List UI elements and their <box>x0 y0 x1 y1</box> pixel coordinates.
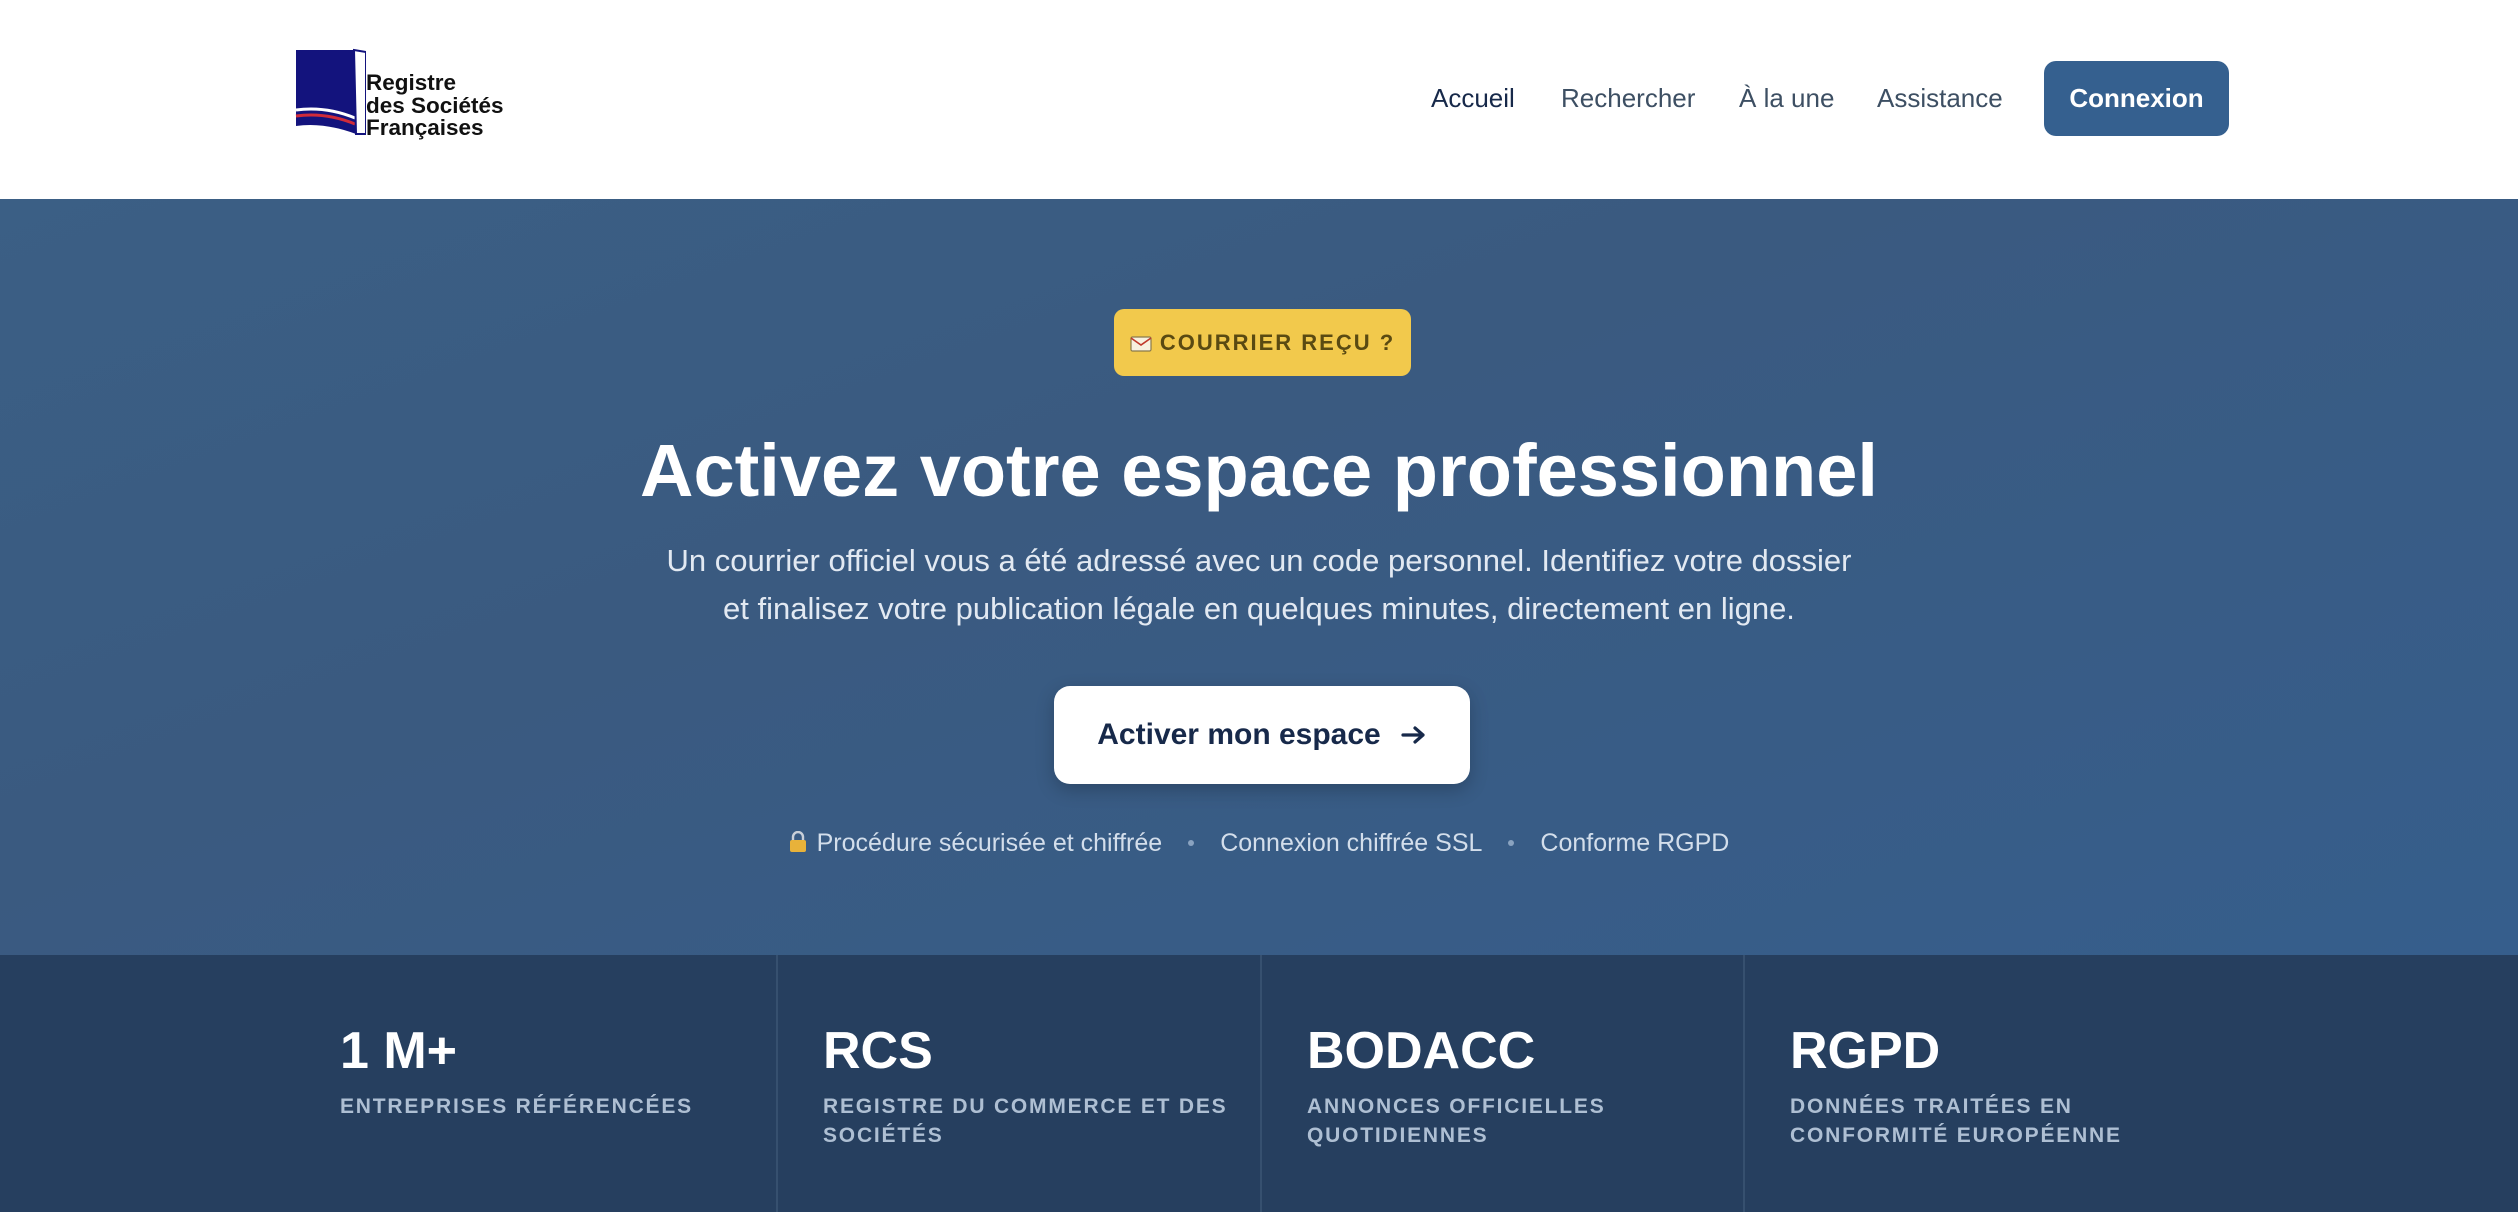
stat-value: BODACC <box>1307 1022 1536 1080</box>
mail-received-badge: COURRIER REÇU ? <box>1114 309 1411 376</box>
badge-label: COURRIER REÇU ? <box>1159 330 1396 355</box>
nav-rechercher[interactable]: Rechercher <box>1561 61 1695 136</box>
stat-label: ENTREPRISES RÉFÉRENCÉES <box>340 1095 693 1118</box>
stat-label: ANNONCES OFFICIELLES QUOTIDIENNES <box>1307 1095 1606 1147</box>
stat-label: REGISTRE DU COMMERCE ET DES SOCIÉTÉS <box>823 1095 1228 1147</box>
hero-section: COURRIER REÇU ? Activez votre espace pro… <box>0 199 2518 955</box>
logo-wordmark: Registre des Sociétés Françaises <box>366 70 504 140</box>
trust-indicators: Procédure sécurisée et chiffrée Connexion… <box>0 823 2518 863</box>
logo-line-3: Françaises <box>366 115 484 140</box>
nav-a-la-une[interactable]: À la une <box>1739 61 1834 136</box>
stat-label: DONNÉES TRAITÉES EN CONFORMITÉ EUROPÉENN… <box>1790 1095 2122 1147</box>
login-button[interactable]: Connexion <box>2044 61 2229 136</box>
trust-rgpd: Conforme RGPD <box>1540 829 1730 857</box>
stat-value: RGPD <box>1790 1022 1941 1080</box>
activate-space-button[interactable]: Activer mon espace <box>1054 686 1470 784</box>
hero-subtitle-line-2: et finalisez votre publication légale en… <box>723 591 1795 626</box>
site-logo[interactable]: Registre des Sociétés Françaises <box>294 48 524 144</box>
stat-value: RCS <box>823 1022 933 1080</box>
stat-divider <box>1743 955 1745 1212</box>
lock-icon <box>789 831 806 852</box>
arrow-right-icon <box>1401 726 1425 744</box>
stat-value: 1 M+ <box>340 1022 458 1080</box>
stat-divider <box>776 955 778 1212</box>
separator-dot <box>1508 840 1515 846</box>
trust-secure: Procédure sécurisée et chiffrée <box>816 829 1163 857</box>
trust-ssl: Connexion chiffrée SSL <box>1220 829 1483 857</box>
stat-divider <box>1260 955 1262 1212</box>
logo-line-2: des Sociétés <box>366 92 504 118</box>
cta-label: Activer mon espace <box>1097 718 1381 751</box>
nav-assistance[interactable]: Assistance <box>1877 61 2003 136</box>
mail-icon <box>1130 336 1152 352</box>
book-flag-logo-icon <box>295 48 366 135</box>
separator-dot <box>1188 840 1195 846</box>
hero-subtitle: Un courrier officiel vous a été adressé … <box>659 537 1859 633</box>
nav-accueil[interactable]: Accueil <box>1431 61 1515 136</box>
hero-subtitle-line-1: Un courrier officiel vous a été adressé … <box>666 543 1852 578</box>
site-header: Registre des Sociétés Françaises Accueil… <box>0 0 2518 199</box>
hero-title: Activez votre espace professionnel <box>640 429 1878 512</box>
stats-band: 1 M+ ENTREPRISES RÉFÉRENCÉES RCS REGISTR… <box>0 955 2518 1212</box>
logo-line-1: Registre <box>366 70 457 95</box>
